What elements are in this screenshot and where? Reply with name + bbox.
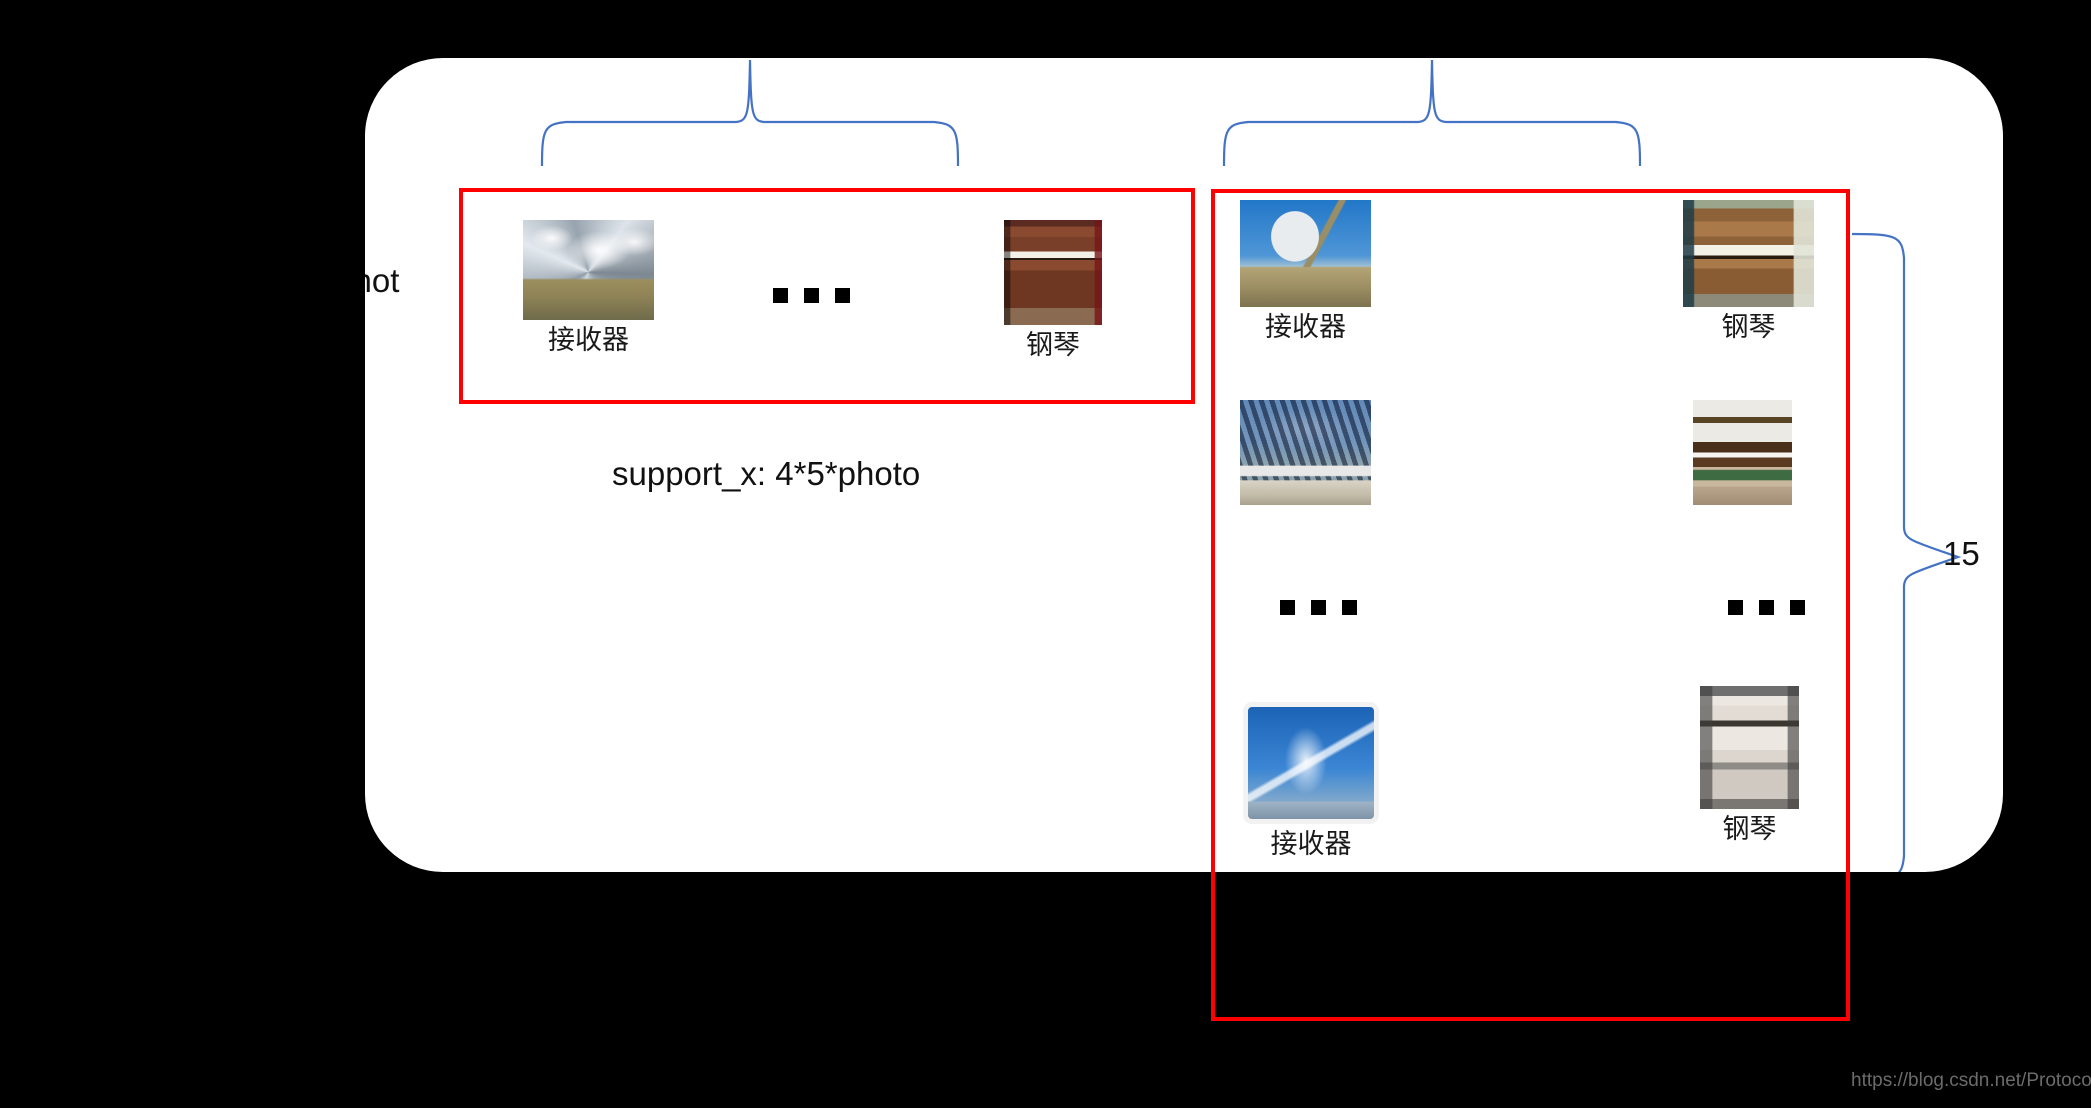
query-ellipsis-col0 [1280,600,1357,615]
satellite-dish-photo [523,220,654,320]
dot [1790,600,1805,615]
support-item-caption: 接收器 [548,325,629,356]
watermark-text: https://blog.csdn.net/Protocols7 [1851,1070,2091,1091]
query-item-caption: 钢琴 [1721,312,1776,343]
dot [1342,600,1357,615]
dot [1280,600,1295,615]
dot [1728,600,1743,615]
wooden-upright-piano-photo [1683,200,1814,307]
query-item-caption: 接收器 [1265,312,1346,343]
dot [835,288,850,303]
dot [773,288,788,303]
query-set-box-overflow [1211,872,1850,1021]
support-item-0[interactable]: 接收器 [523,220,654,356]
dot [804,288,819,303]
query-item-col0-row0[interactable]: 接收器 [1240,200,1371,343]
query-set-brace-icon [1222,59,1642,167]
query-count-label: 15 [1943,535,1980,572]
dot [1759,600,1774,615]
query-item-caption: 接收器 [1270,829,1352,860]
query-ellipsis-col1 [1728,600,1805,615]
dot [1311,600,1326,615]
support-set-brace-icon [540,59,960,167]
support-item-1[interactable]: 钢琴 [1004,220,1102,361]
brown-piano-with-bench-photo [1693,400,1792,505]
white-toy-piano-photo [1700,686,1799,809]
query-item-caption: 钢琴 [1722,814,1777,845]
query-item-col0-row1[interactable] [1240,400,1371,505]
support-ellipsis [773,288,850,303]
query-item-col0-row2[interactable]: 接收器 [1243,702,1379,860]
support-shape-label: support_x: 4*5*photo [612,455,921,492]
query-item-col1-row2[interactable]: 钢琴 [1700,686,1799,845]
blue-parabolic-reflector-photo [1243,702,1379,824]
upright-piano-photo [1004,220,1102,325]
query-item-col1-row1[interactable] [1693,400,1792,505]
query-item-col1-row0[interactable]: 钢琴 [1683,200,1814,343]
solar-trough-trailer-photo [1240,400,1371,505]
support-item-caption: 钢琴 [1026,330,1080,361]
dish-antenna-desert-photo [1240,200,1371,307]
